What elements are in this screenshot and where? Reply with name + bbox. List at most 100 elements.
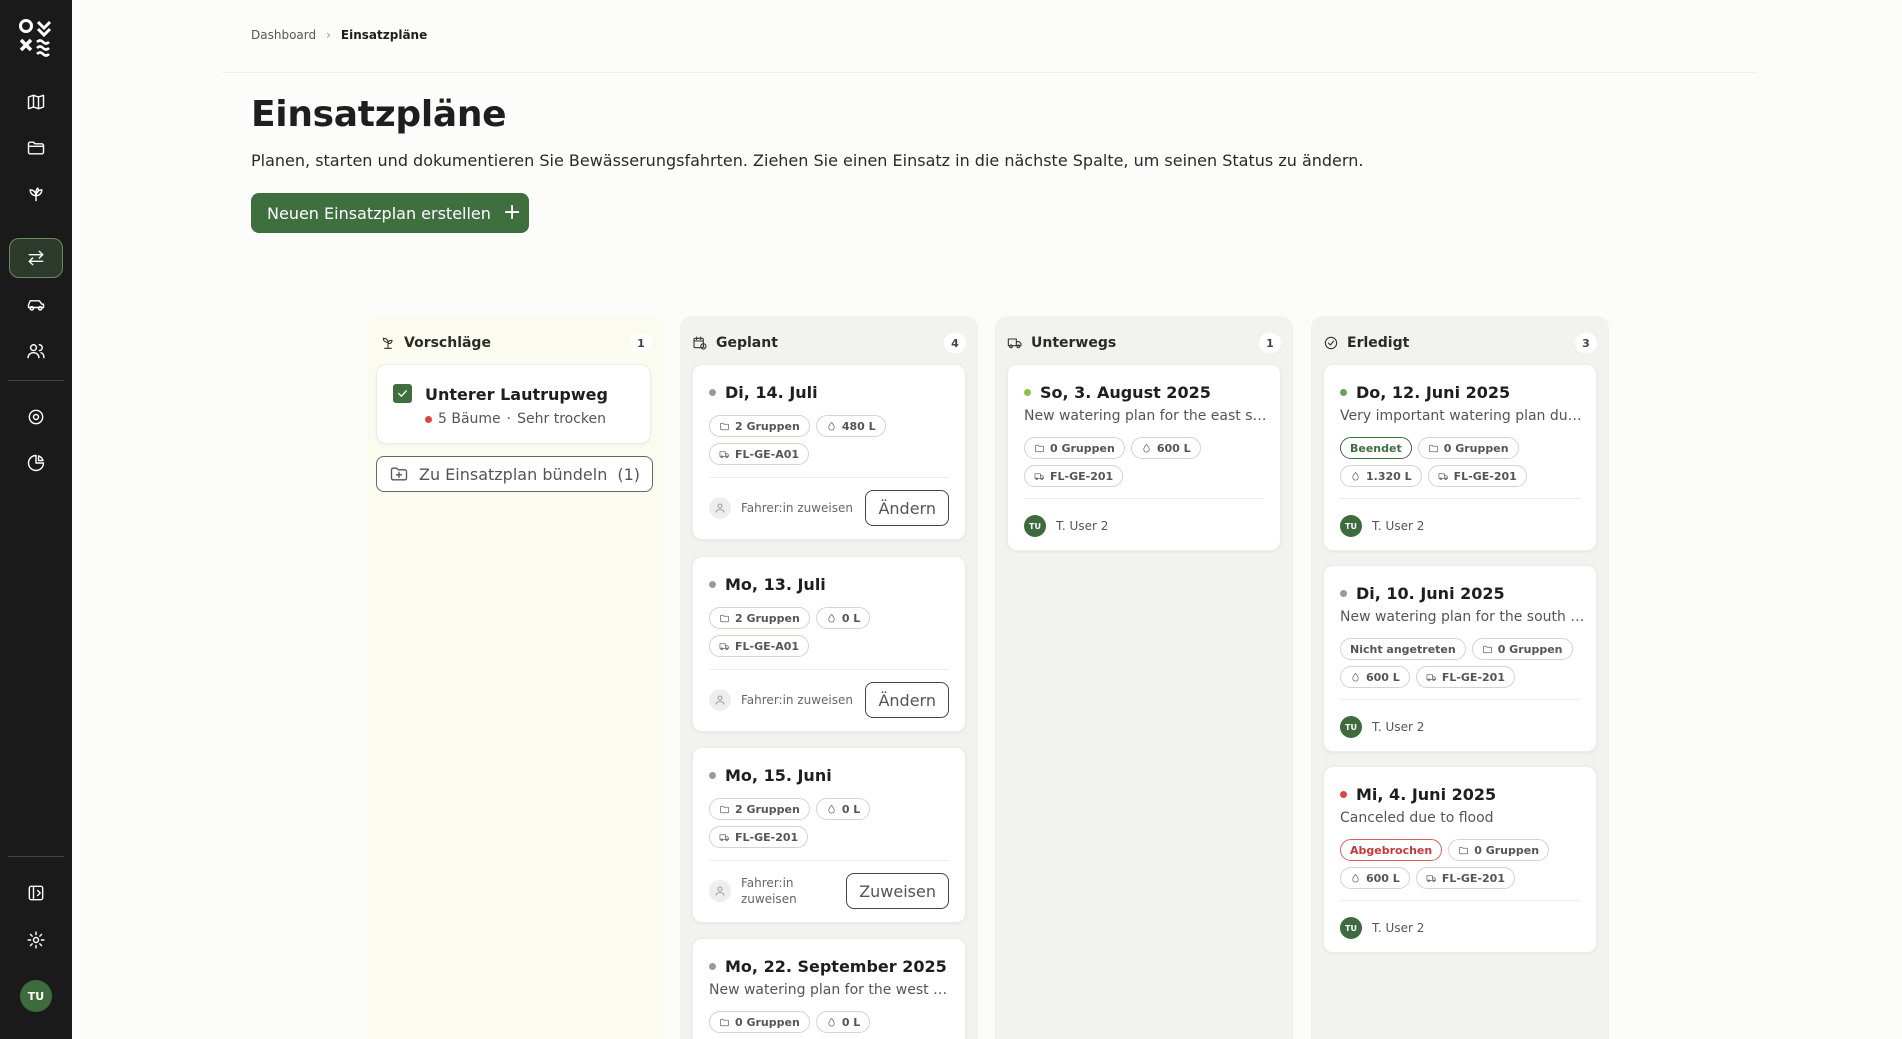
check-icon xyxy=(398,390,407,397)
column-count: 1 xyxy=(1259,333,1281,353)
truck-icon xyxy=(1426,673,1436,681)
card-divider xyxy=(709,669,949,670)
card-badges: 2 Gruppen 0 L FL-GE-201 xyxy=(709,798,959,848)
user-name: T. User 2 xyxy=(1372,519,1425,533)
nav-folders[interactable] xyxy=(9,128,63,168)
bundle-label: Zu Einsatzplan bündeln xyxy=(418,464,608,484)
card-badges: Abgebrochen 0 Gruppen 600 L FL-GE-201 xyxy=(1340,839,1590,889)
groups-badge: 0 Gruppen xyxy=(1024,437,1125,459)
header-divider xyxy=(222,72,1756,73)
plan-card[interactable]: Mo, 13. Juli 2 Gruppen 0 L FL-GE-A01 Fah… xyxy=(692,556,966,732)
vehicle-badge: FL-GE-201 xyxy=(1427,465,1527,487)
assign-button[interactable]: Zuweisen xyxy=(846,873,949,909)
card-divider xyxy=(1024,498,1264,499)
card-date: Mo, 15. Juni xyxy=(709,766,832,785)
status-badge: Abgebrochen xyxy=(1340,839,1443,861)
card-divider xyxy=(1340,498,1580,499)
user-avatar[interactable]: TU xyxy=(20,980,52,1012)
column-geplant: Geplant 4 Di, 14. Juli 2 Gruppen 480 L F… xyxy=(680,316,978,1039)
plus-icon: + xyxy=(502,200,522,225)
suggestion-card[interactable]: Unterer Lautrupweg 5 Bäume · Sehr trocke… xyxy=(376,364,651,444)
droplet-icon xyxy=(1352,471,1359,480)
water-badge: 600 L xyxy=(1130,437,1201,459)
truck-icon xyxy=(719,833,729,841)
groups-text: 2 Gruppen xyxy=(735,419,800,433)
app-logo-icon[interactable] xyxy=(18,18,54,58)
bundle-button[interactable]: Zu Einsatzplan bündeln (1) xyxy=(376,456,653,492)
suggestion-checkbox[interactable] xyxy=(393,384,412,403)
sidebar-divider xyxy=(8,380,64,381)
card-badges: Nicht angetreten 0 Gruppen 600 L FL-GE-2… xyxy=(1340,638,1590,688)
column-header: Unterwegs 1 xyxy=(995,332,1293,354)
water-text: 600 L xyxy=(1156,441,1191,455)
column-header: Geplant 4 xyxy=(680,332,978,354)
water-badge: 0 L xyxy=(815,1011,871,1033)
vehicle-text: FL-GE-201 xyxy=(1453,469,1517,483)
page-description: Planen, starten und dokumentieren Sie Be… xyxy=(251,151,1364,170)
plan-card[interactable]: Mo, 15. Juni 2 Gruppen 0 L FL-GE-201 Fah… xyxy=(692,747,966,923)
card-date: Do, 12. Juni 2025 xyxy=(1340,383,1510,402)
groups-text: 0 Gruppen xyxy=(735,1015,800,1029)
card-description: Canceled due to flood xyxy=(1340,810,1494,826)
water-text: 600 L xyxy=(1366,871,1400,885)
status-dot xyxy=(425,415,432,423)
folder-icon xyxy=(720,422,729,430)
user-placeholder-icon xyxy=(709,880,731,902)
target-icon xyxy=(28,409,44,425)
create-plan-button[interactable]: Neuen Einsatzplan erstellen + xyxy=(251,193,529,233)
plan-card[interactable]: Mi, 4. Juni 2025 Canceled due to flood A… xyxy=(1323,766,1597,953)
nav-vehicles[interactable] xyxy=(9,285,63,325)
water-text: 0 L xyxy=(841,802,861,816)
card-badges: 0 Gruppen 600 L FL-GE-201 xyxy=(1024,437,1274,487)
folder-icon xyxy=(1428,444,1438,452)
card-date-text: Mo, 13. Juli xyxy=(725,575,826,594)
user-avatar: TU xyxy=(1024,515,1046,537)
sidebar-divider-bottom xyxy=(8,856,64,857)
calendar-clock-icon xyxy=(693,336,707,350)
card-footer: TU T. User 2 xyxy=(1340,515,1580,537)
nav-collapse[interactable] xyxy=(9,873,63,913)
check-circle-icon xyxy=(1324,336,1338,350)
water-text: 1.320 L xyxy=(1366,469,1412,483)
status-dot xyxy=(709,581,716,588)
card-description: New watering plan for the east side of t… xyxy=(1024,408,1269,424)
plan-card[interactable]: Di, 14. Juli 2 Gruppen 480 L FL-GE-A01 F… xyxy=(692,364,966,540)
card-divider xyxy=(709,860,949,861)
card-footer: TU T. User 2 xyxy=(1340,917,1580,939)
plan-card[interactable]: So, 3. August 2025 New watering plan for… xyxy=(1007,364,1281,551)
vehicle-badge: FL-GE-201 xyxy=(709,826,809,848)
nav-map[interactable] xyxy=(9,82,63,122)
nav-trees[interactable] xyxy=(9,174,63,214)
column-count: 3 xyxy=(1575,333,1597,353)
water-badge: 480 L xyxy=(815,415,886,437)
user-placeholder-icon xyxy=(709,497,731,519)
column-title: Unterwegs xyxy=(1031,335,1117,351)
change-button[interactable]: Ändern xyxy=(865,490,949,526)
groups-badge: 0 Gruppen xyxy=(709,1011,810,1033)
nav-users[interactable] xyxy=(9,331,63,371)
water-text: 0 L xyxy=(841,1015,861,1029)
page-title: Einsatzpläne xyxy=(251,94,507,135)
column-count: 1 xyxy=(630,333,652,353)
card-date: So, 3. August 2025 xyxy=(1024,383,1211,402)
nav-settings[interactable] xyxy=(9,920,63,960)
assign-line-1: Fahrer:in xyxy=(741,876,794,890)
truck-icon xyxy=(1034,472,1044,480)
user-name: T. User 2 xyxy=(1372,921,1425,935)
status-dot xyxy=(1024,389,1031,396)
card-badges: Beendet 0 Gruppen 1.320 L FL-GE-201 xyxy=(1340,437,1590,487)
status-dot xyxy=(1340,791,1347,798)
folder-icon xyxy=(720,1018,729,1026)
vehicle-badge: FL-GE-201 xyxy=(1415,666,1515,688)
card-divider xyxy=(1340,699,1580,700)
plan-card[interactable]: Mo, 22. September 2025 New watering plan… xyxy=(692,938,966,1039)
nav-evaluation[interactable] xyxy=(9,443,63,483)
plan-card[interactable]: Do, 12. Juni 2025 Very important waterin… xyxy=(1323,364,1597,551)
change-button[interactable]: Ändern xyxy=(865,682,949,718)
plan-card[interactable]: Di, 10. Juni 2025 New watering plan for … xyxy=(1323,565,1597,752)
nav-sensors[interactable] xyxy=(9,397,63,437)
breadcrumb-dashboard[interactable]: Dashboard xyxy=(251,28,316,42)
droplet-icon xyxy=(828,613,835,622)
nav-watering-plans[interactable] xyxy=(9,238,63,278)
water-text: 600 L xyxy=(1366,670,1400,684)
